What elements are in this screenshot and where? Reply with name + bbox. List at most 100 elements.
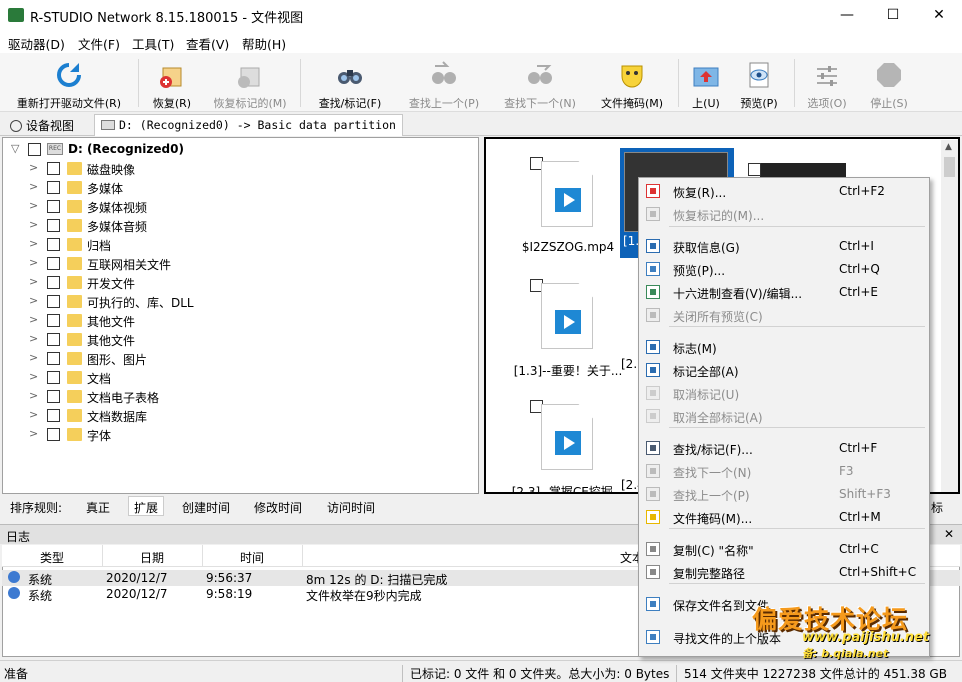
expand-icon[interactable]: >	[29, 370, 38, 383]
tree-folder-item[interactable]: > 其他文件	[3, 330, 473, 349]
expand-icon[interactable]: >	[29, 180, 38, 193]
col-type[interactable]: 类型	[40, 549, 64, 566]
tab-partition[interactable]: D: (Recognized0) -> Basic data partition	[94, 114, 403, 136]
tree-folder-item[interactable]: > 字体	[3, 425, 473, 444]
menu-drive[interactable]: 驱动器(D)	[8, 34, 65, 53]
folder-checkbox[interactable]	[47, 428, 60, 441]
menu-file[interactable]: 文件(F)	[78, 34, 120, 53]
sort-accessed[interactable]: 访问时间	[327, 499, 375, 516]
col-date[interactable]: 日期	[140, 549, 164, 566]
tree-folder-item[interactable]: > 开发文件	[3, 273, 473, 292]
tree-folder-item[interactable]: > 文档数据库	[3, 406, 473, 425]
file-view-scrollbar[interactable]: ▲	[941, 140, 958, 492]
tree-root[interactable]: ▽ REC D: (Recognized0)	[3, 140, 473, 159]
folder-checkbox[interactable]	[47, 390, 60, 403]
context-menu-item[interactable]: 查找下一个(N) F3	[639, 460, 929, 482]
expand-icon[interactable]: >	[29, 313, 38, 326]
folder-checkbox[interactable]	[47, 409, 60, 422]
tree-folder-item[interactable]: > 文档电子表格	[3, 387, 473, 406]
expand-icon[interactable]: >	[29, 351, 38, 364]
expand-icon[interactable]: >	[29, 256, 38, 269]
file-mask-button[interactable]: 文件掩码(M)	[594, 57, 670, 111]
find-next-button[interactable]: 查找下一个(N)	[496, 57, 584, 111]
tree-folder-item[interactable]: > 多媒体音频	[3, 216, 473, 235]
context-menu-item[interactable]: 十六进制查看(V)/编辑... Ctrl+E	[639, 281, 929, 303]
tree-folder-item[interactable]: > 互联网相关文件	[3, 254, 473, 273]
file-item[interactable]: $I2ZSZOG.mp4	[500, 143, 615, 254]
recover-button[interactable]: 恢复(R)	[144, 57, 200, 111]
menu-tools[interactable]: 工具(T)	[132, 34, 174, 53]
file-item[interactable]: [2.3]--掌握CE挖掘...	[500, 386, 624, 492]
folder-checkbox[interactable]	[47, 295, 60, 308]
expand-icon[interactable]: >	[29, 237, 38, 250]
folder-checkbox[interactable]	[47, 333, 60, 346]
col-time[interactable]: 时间	[240, 549, 264, 566]
tree-folder-item[interactable]: > 文档	[3, 368, 473, 387]
context-menu-item[interactable]: 复制(C) "名称" Ctrl+C	[639, 538, 929, 560]
menu-view[interactable]: 查看(V)	[186, 34, 229, 53]
tree-folder-item[interactable]: > 多媒体视频	[3, 197, 473, 216]
collapse-icon[interactable]: ▽	[11, 142, 19, 155]
folder-checkbox[interactable]	[47, 162, 60, 175]
folder-checkbox[interactable]	[47, 200, 60, 213]
file-item[interactable]: [1.3]--重要！关于...	[500, 265, 622, 378]
log-close-button[interactable]: ✕	[944, 527, 954, 541]
expand-icon[interactable]: >	[29, 199, 38, 212]
context-menu-item[interactable]: 获取信息(G) Ctrl+I	[639, 235, 929, 257]
folder-checkbox[interactable]	[47, 238, 60, 251]
expand-icon[interactable]: >	[29, 427, 38, 440]
context-menu-item[interactable]: 查找上一个(P) Shift+F3	[639, 483, 929, 505]
options-button[interactable]: 选项(O)	[800, 57, 854, 111]
sort-created[interactable]: 创建时间	[182, 499, 230, 516]
scroll-up-icon[interactable]: ▲	[945, 142, 952, 152]
stop-button[interactable]: 停止(S)	[862, 57, 916, 111]
find-mark-button[interactable]: 查找/标记(F)	[308, 57, 392, 111]
folder-checkbox[interactable]	[47, 181, 60, 194]
folder-checkbox[interactable]	[47, 314, 60, 327]
context-menu-item[interactable]: 标记全部(A)	[639, 359, 929, 381]
folder-checkbox[interactable]	[47, 371, 60, 384]
menu-help[interactable]: 帮助(H)	[242, 34, 286, 53]
context-menu-item[interactable]: 恢复(R)... Ctrl+F2	[639, 180, 929, 202]
sort-extension[interactable]: 扩展	[128, 496, 165, 516]
reopen-drive-button[interactable]: 重新打开驱动文件(R)	[6, 57, 132, 111]
find-prev-button[interactable]: 查找上一个(P)	[400, 57, 488, 111]
expand-icon[interactable]: >	[29, 389, 38, 402]
expand-icon[interactable]: >	[29, 275, 38, 288]
scrollbar-thumb[interactable]	[944, 157, 955, 177]
expand-icon[interactable]: >	[29, 408, 38, 421]
preview-button[interactable]: 预览(P)	[734, 57, 784, 111]
context-menu-item[interactable]: 恢复标记的(M)...	[639, 203, 929, 225]
tab-device-view[interactable]: 设备视图	[4, 114, 80, 136]
close-button[interactable]: ✕	[916, 0, 962, 31]
file-checkbox[interactable]	[748, 163, 761, 176]
tree-folder-item[interactable]: > 磁盘映像	[3, 159, 473, 178]
sort-modified[interactable]: 修改时间	[254, 499, 302, 516]
context-menu-item[interactable]: 复制完整路径 Ctrl+Shift+C	[639, 561, 929, 583]
recover-marked-button[interactable]: 恢复标记的(M)	[206, 57, 294, 111]
maximize-button[interactable]: ☐	[870, 0, 916, 31]
up-button[interactable]: 上(U)	[684, 57, 728, 111]
sort-partial-label[interactable]: 标	[931, 499, 943, 516]
folder-checkbox[interactable]	[47, 219, 60, 232]
context-menu-item[interactable]: 预览(P)... Ctrl+Q	[639, 258, 929, 280]
expand-icon[interactable]: >	[29, 161, 38, 174]
tree-folder-item[interactable]: > 归档	[3, 235, 473, 254]
context-menu-item[interactable]: 查找/标记(F)... Ctrl+F	[639, 437, 929, 459]
context-menu-item[interactable]: 关闭所有预览(C)	[639, 304, 929, 326]
context-menu-item[interactable]: 文件掩码(M)... Ctrl+M	[639, 506, 929, 528]
context-menu-item[interactable]: 取消全部标记(A)	[639, 405, 929, 427]
tree-folder-item[interactable]: > 多媒体	[3, 178, 473, 197]
folder-checkbox[interactable]	[47, 352, 60, 365]
expand-icon[interactable]: >	[29, 218, 38, 231]
folder-checkbox[interactable]	[47, 276, 60, 289]
tree-folder-item[interactable]: > 其他文件	[3, 311, 473, 330]
title-bar[interactable]: R-STUDIO Network 8.15.180015 - 文件视图 — ☐ …	[0, 0, 962, 31]
context-menu-item[interactable]: 标志(M)	[639, 336, 929, 358]
expand-icon[interactable]: >	[29, 332, 38, 345]
sort-true[interactable]: 真正	[86, 499, 110, 516]
tree-folder-item[interactable]: > 图形、图片	[3, 349, 473, 368]
folder-checkbox[interactable]	[47, 257, 60, 270]
context-menu-item[interactable]: 取消标记(U)	[639, 382, 929, 404]
expand-icon[interactable]: >	[29, 294, 38, 307]
